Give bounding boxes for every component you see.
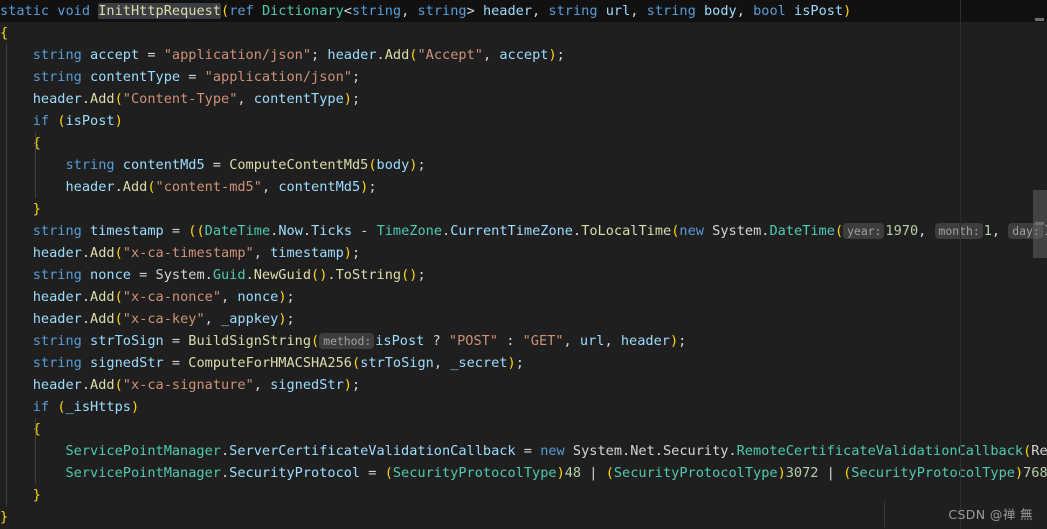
- inlay-hint-year: year:: [843, 223, 885, 239]
- scrollbar-marker: [1035, 222, 1044, 225]
- code-line: string timestamp = ((DateTime.Now.Ticks …: [0, 220, 1047, 242]
- indent-guide: [35, 132, 36, 198]
- indent-guide: [35, 418, 36, 484]
- watermark-divider: [884, 501, 885, 527]
- code-content[interactable]: static void InitHttpRequest(ref Dictiona…: [0, 0, 1047, 529]
- watermark-text: CSDN @禅 無: [948, 507, 1033, 522]
- code-line: ServicePointManager.SecurityProtocol = (…: [65, 465, 1047, 481]
- code-line: header.Add("Content-Type", contentType);: [32, 91, 361, 107]
- code-line: {: [0, 25, 9, 41]
- inlay-hint-month: month:: [934, 223, 983, 239]
- code-line: static void InitHttpRequest(ref Dictiona…: [0, 3, 852, 19]
- code-line: if (isPost): [32, 113, 123, 129]
- code-line: string nonce = System.Guid.NewGuid().ToS…: [32, 267, 426, 283]
- code-line: string accept = "application/json"; head…: [32, 47, 565, 63]
- code-line: string contentMd5 = ComputeContentMd5(bo…: [65, 157, 426, 173]
- inlay-hint-method: method:: [319, 333, 375, 349]
- code-line: }: [0, 509, 9, 525]
- code-line: header.Add("x-ca-signature", signedStr);: [32, 377, 361, 393]
- code-line: string signedStr = ComputeForHMACSHA256(…: [32, 355, 524, 371]
- selected-symbol: InitHttpRequest: [98, 3, 221, 19]
- code-line: {: [32, 135, 41, 151]
- code-line: header.Add("content-md5", contentMd5);: [65, 179, 377, 195]
- code-line: }: [32, 201, 41, 217]
- code-line: ServicePointManager.ServerCertificateVal…: [65, 443, 1047, 459]
- code-line: header.Add("x-ca-nonce", nonce);: [32, 289, 295, 305]
- scrollbar-marker: [1035, 18, 1044, 21]
- code-line: header.Add("x-ca-timestamp", timestamp);: [32, 245, 361, 261]
- column-ruler: [960, 0, 961, 529]
- code-line: string contentType = "application/json";: [32, 69, 361, 85]
- code-line: }: [32, 487, 41, 503]
- indent-guide: [6, 44, 7, 507]
- code-editor-window: static void InitHttpRequest(ref Dictiona…: [0, 0, 1047, 529]
- code-line: if (_isHttps): [32, 399, 140, 415]
- code-line: {: [32, 421, 41, 437]
- code-line: header.Add("x-ca-key", _appkey);: [32, 311, 295, 327]
- code-line: string strToSign = BuildSignString(metho…: [32, 333, 687, 349]
